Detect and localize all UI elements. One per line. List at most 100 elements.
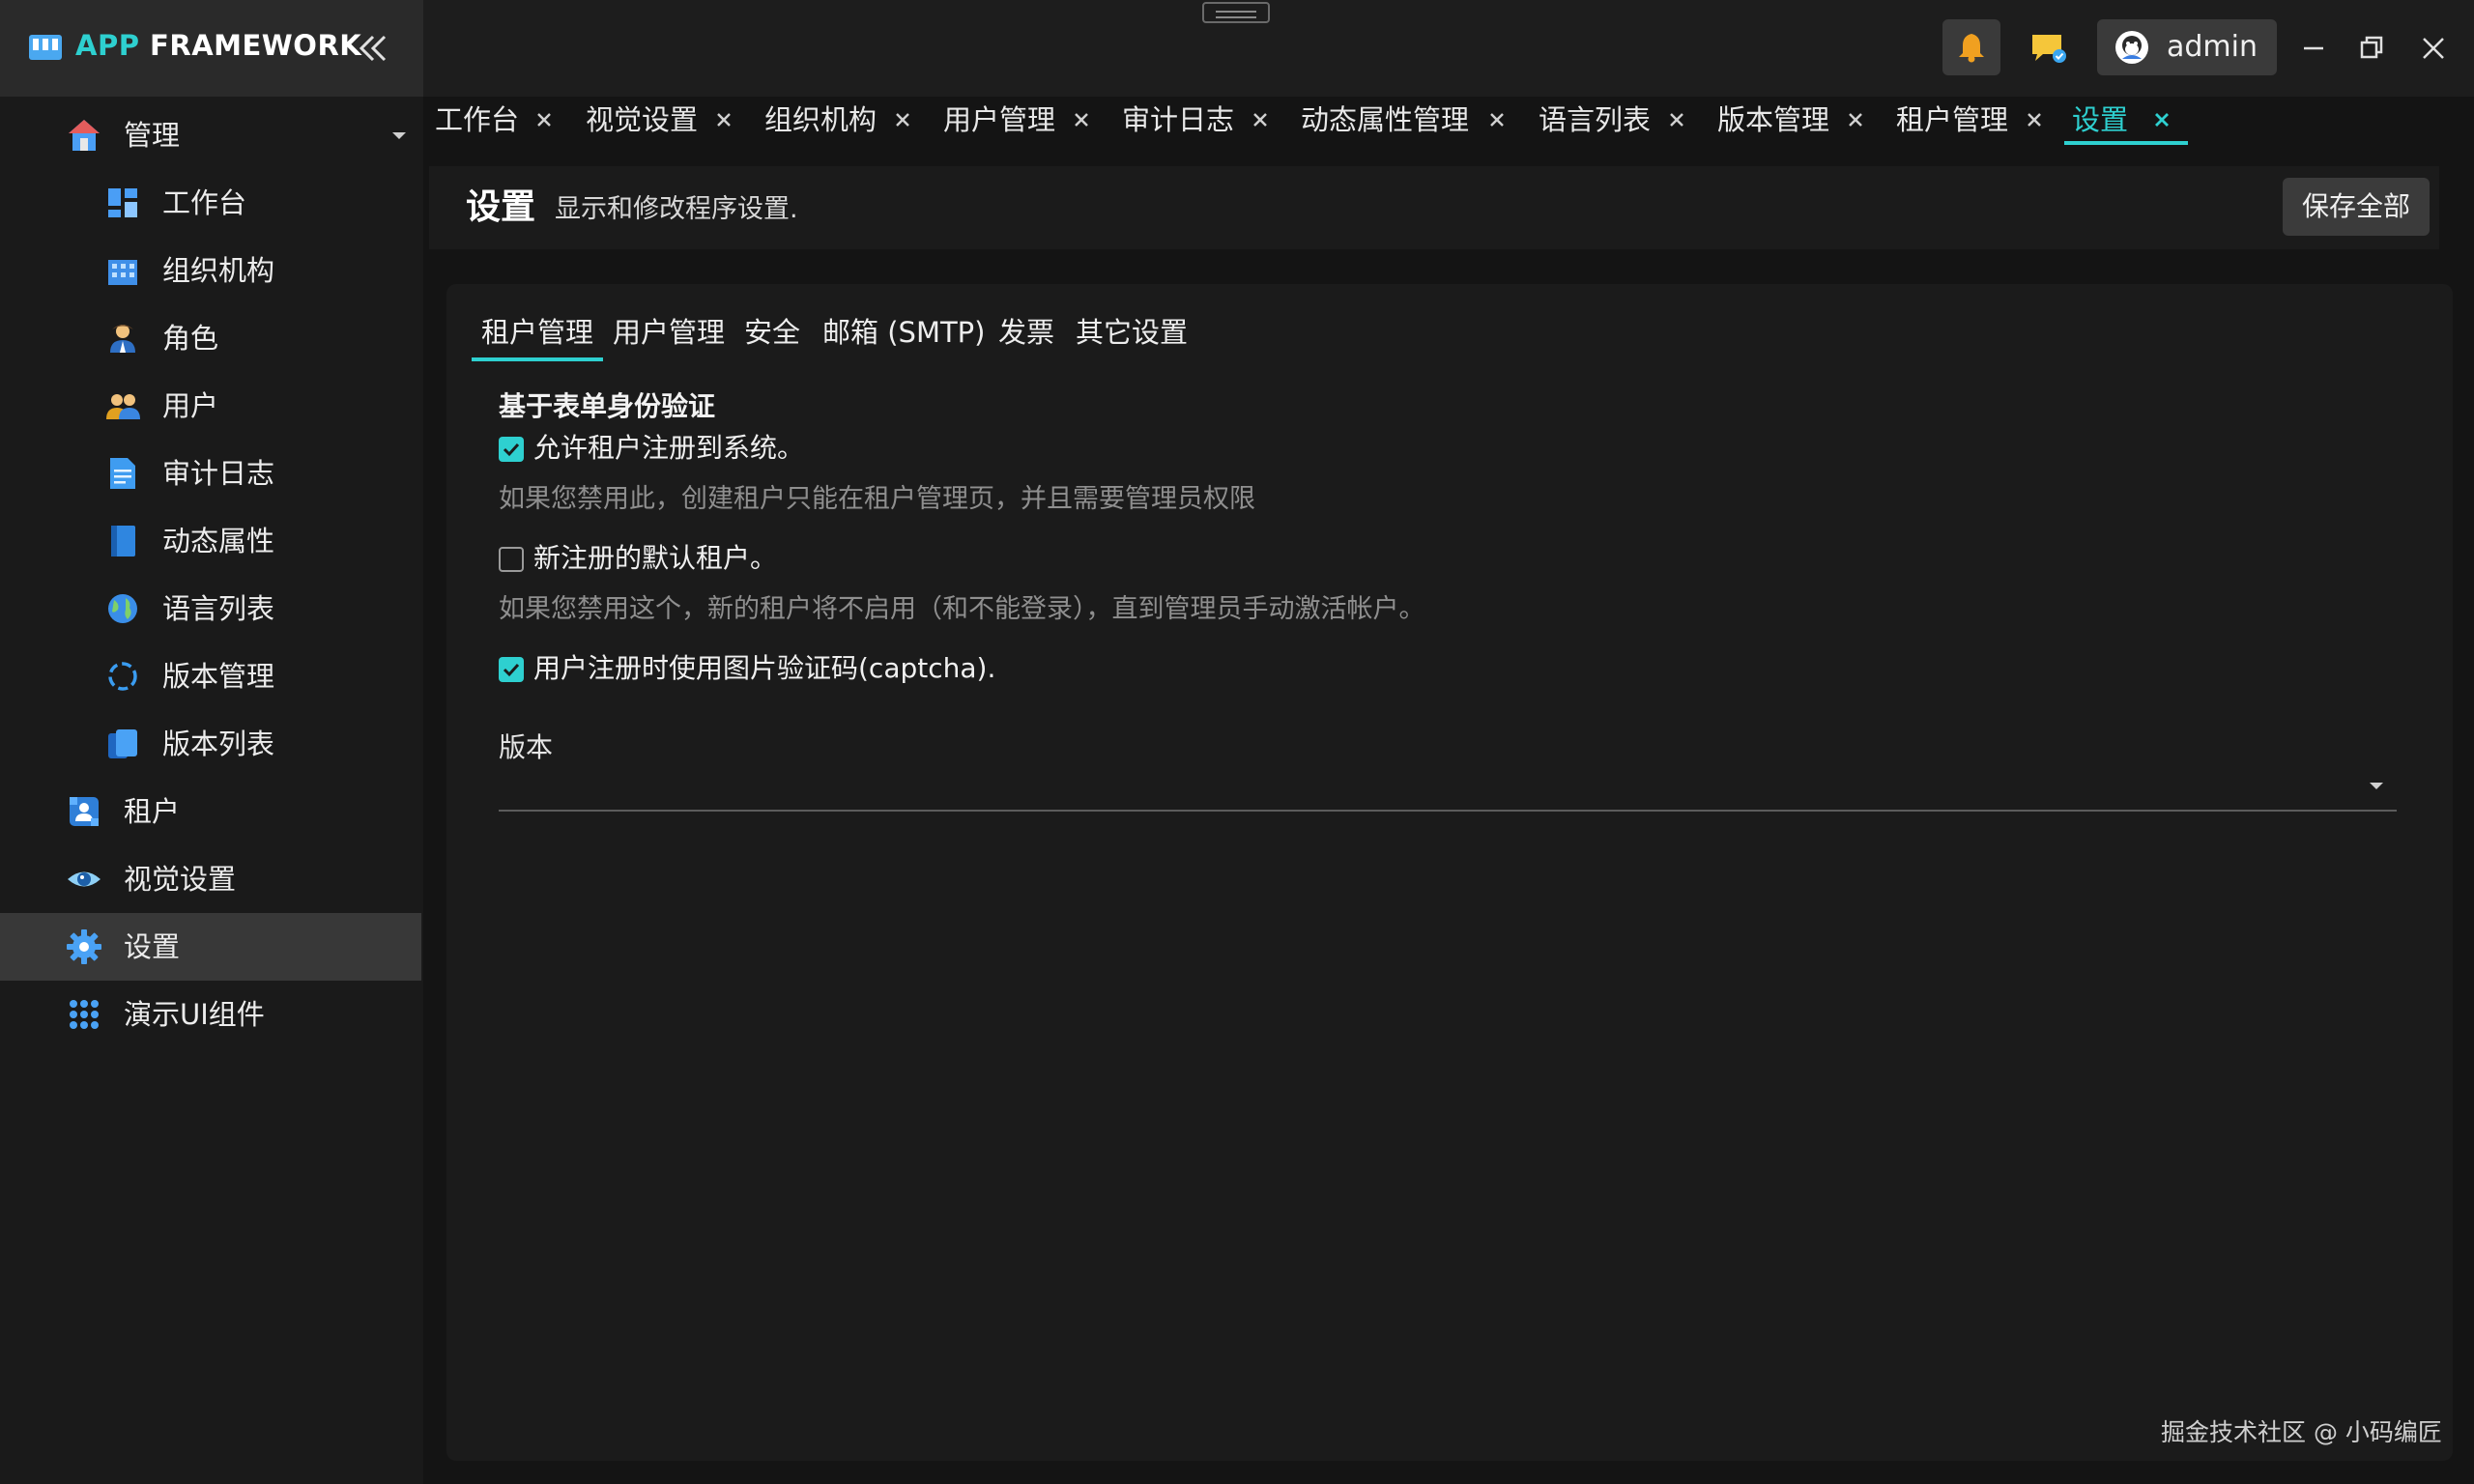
tab-edition-management[interactable]: 版本管理 [1706, 97, 1870, 147]
tab-label: 视觉设置 [586, 103, 699, 136]
subtab-smtp[interactable]: 邮箱 (SMTP) [822, 313, 985, 361]
option-hint: 如果您禁用此，创建租户只能在租户管理页，并且需要管理员权限 [499, 484, 1255, 514]
sidebar-item-management[interactable]: 管理 [0, 101, 421, 169]
sidebar-item-tenants[interactable]: 租户 [0, 778, 421, 845]
logo-rest: FRAMEWORK [139, 29, 362, 62]
tab-settings[interactable]: 设置 [2060, 97, 2188, 147]
sidebar-item-visual-settings[interactable]: 视觉设置 [0, 845, 421, 913]
check-icon [503, 442, 520, 457]
subtab-security[interactable]: 安全 [744, 313, 800, 361]
close-tab-icon[interactable] [888, 105, 917, 134]
logo-icon [29, 35, 62, 60]
chat-icon [2032, 35, 2066, 63]
default-new-tenant-active-checkbox[interactable]: 新注册的默认租户。 [499, 539, 1079, 578]
use-captcha-checkbox[interactable]: 用户注册时使用图片验证码(captcha). [499, 649, 1272, 688]
tab-dynamic-property-management[interactable]: 动态属性管理 [1289, 97, 1511, 147]
page-subtitle: 显示和修改程序设置. [555, 194, 798, 224]
book-icon [111, 526, 135, 556]
watermark: 掘金技术社区 @ 小码编匠 [2161, 1418, 2442, 1446]
checkbox-checked[interactable] [499, 657, 524, 682]
tab-visual-settings[interactable]: 视觉设置 [574, 97, 738, 147]
tab-label: 组织机构 [764, 103, 877, 136]
option-label: 用户注册时使用图片验证码(captcha). [533, 652, 996, 684]
sidebar-item-label: 组织机构 [162, 254, 275, 287]
subtab-user-management[interactable]: 用户管理 [613, 313, 725, 361]
avatar [2115, 31, 2148, 64]
sidebar-item-label: 设置 [124, 930, 181, 963]
sidebar-item-label: 管理 [124, 119, 181, 152]
logo-accent: APP [75, 29, 140, 62]
edition-label: 版本 [499, 731, 554, 763]
close-tab-icon[interactable] [1067, 105, 1096, 134]
person-icon [110, 325, 135, 353]
gear-icon [67, 929, 101, 964]
tab-user-management[interactable]: 用户管理 [932, 97, 1096, 147]
subtab-tenant-management[interactable]: 租户管理 [471, 313, 604, 361]
page-tabstrip: 工作台 视觉设置 组织机构 用户管理 审计日志 动态属性管理 语言列表 版本管理… [423, 97, 2474, 147]
building-icon [108, 260, 137, 285]
close-icon[interactable] [2414, 29, 2453, 68]
sidebar-item-users[interactable]: 用户 [0, 372, 421, 440]
sidebar-item-roles[interactable]: 角色 [0, 304, 421, 372]
sidebar-item-editions[interactable]: 版本管理 [0, 642, 421, 710]
sidebar-item-settings[interactable]: 设置 [0, 913, 421, 981]
collapse-sidebar-icon[interactable] [356, 29, 390, 68]
sidebar-item-languages[interactable]: 语言列表 [0, 575, 421, 642]
close-tab-icon[interactable] [1482, 105, 1511, 134]
subtab-other-settings[interactable]: 其它设置 [1076, 313, 1188, 361]
users-icon [106, 394, 140, 419]
sidebar-item-edition-list[interactable]: 版本列表 [0, 710, 421, 778]
tab-label: 审计日志 [1122, 103, 1235, 136]
sidebar-item-label: 版本管理 [162, 660, 275, 693]
sidebar-item-label: 角色 [162, 322, 219, 355]
section-heading: 基于表单身份验证 [499, 390, 716, 422]
close-tab-icon[interactable] [1662, 105, 1691, 134]
sidebar-item-demo-ui-components[interactable]: 演示UI组件 [0, 981, 421, 1048]
tab-label: 设置 [2072, 103, 2129, 136]
user-menu-button[interactable]: admin [2097, 19, 2277, 75]
close-tab-icon[interactable] [2147, 105, 2176, 134]
sidebar-item-label: 租户 [124, 795, 181, 828]
tab-audit-logs[interactable]: 审计日志 [1110, 97, 1275, 147]
sidebar-item-audit-logs[interactable]: 审计日志 [0, 440, 421, 507]
tenant-icon [70, 797, 99, 826]
tab-label: 工作台 [435, 103, 520, 136]
refresh-icon [108, 662, 137, 691]
close-tab-icon[interactable] [709, 105, 738, 134]
close-tab-icon[interactable] [1246, 105, 1275, 134]
document-icon [110, 458, 135, 489]
tab-label: 动态属性管理 [1301, 103, 1470, 136]
close-tab-icon[interactable] [1841, 105, 1870, 134]
messages-button[interactable] [2020, 19, 2078, 75]
tab-organization[interactable]: 组织机构 [753, 97, 917, 147]
tab-dashboard[interactable]: 工作台 [423, 97, 557, 147]
tab-languages[interactable]: 语言列表 [1527, 97, 1691, 147]
restore-icon[interactable] [2352, 29, 2391, 68]
sidebar-item-label: 版本列表 [162, 728, 275, 760]
sidebar-item-organization[interactable]: 组织机构 [0, 237, 421, 304]
sidebar-item-label: 视觉设置 [124, 863, 237, 896]
minimize-icon[interactable] [2294, 29, 2333, 68]
allow-tenant-registration-checkbox[interactable]: 允许租户注册到系统。 [499, 429, 1079, 468]
sidebar-item-dynamic-properties[interactable]: 动态属性 [0, 507, 421, 575]
checkbox-checked[interactable] [499, 437, 524, 462]
sidebar-item-dashboard[interactable]: 工作台 [0, 169, 421, 237]
sidebar-item-label: 工作台 [162, 186, 247, 219]
sidebar-item-label: 用户 [162, 389, 219, 422]
edition-select[interactable] [499, 767, 2397, 812]
save-all-button[interactable]: 保存全部 [2283, 178, 2430, 236]
subtab-invoice[interactable]: 发票 [998, 313, 1054, 361]
sidebar-item-label: 动态属性 [162, 525, 275, 557]
sidebar: APP FRAMEWORK 管理 工作台 组织机构 角色 用户 审计日志 动态属… [0, 0, 423, 1484]
sidebar-item-label: 审计日志 [162, 457, 275, 490]
notifications-button[interactable] [1942, 19, 2000, 75]
checkbox-unchecked[interactable] [499, 547, 524, 572]
globe-icon [108, 594, 137, 623]
eye-icon [68, 871, 101, 887]
tab-tenant-management[interactable]: 租户管理 [1884, 97, 2049, 147]
close-tab-icon[interactable] [2020, 105, 2049, 134]
drag-handle[interactable] [1202, 2, 1270, 23]
copy-icon [108, 729, 137, 758]
chevron-down-icon [2370, 783, 2383, 789]
close-tab-icon[interactable] [530, 105, 559, 134]
